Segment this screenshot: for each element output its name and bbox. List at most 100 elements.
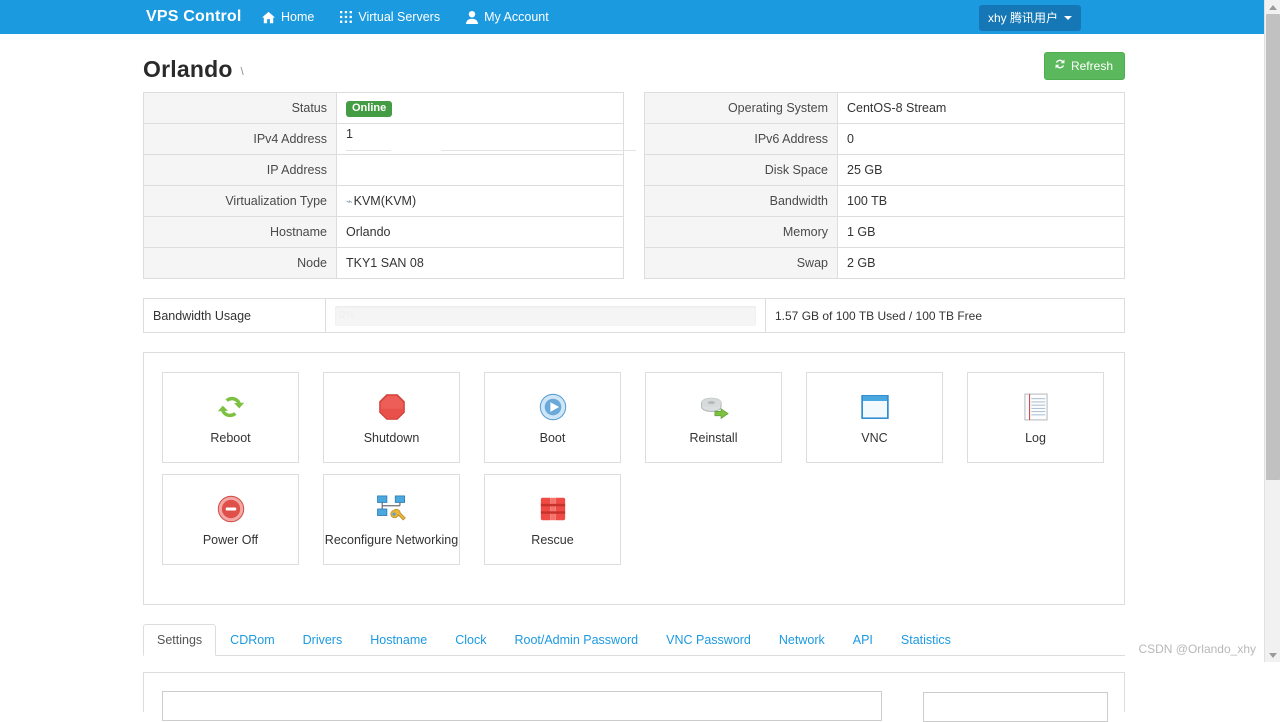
server-info-table-left: Status Online IPv4 Address 1 — [143, 92, 624, 279]
action-shutdown[interactable]: Shutdown — [323, 372, 460, 463]
chevron-down-icon — [1064, 16, 1072, 20]
tab-api[interactable]: API — [839, 624, 887, 656]
triangle-down-icon — [1269, 653, 1277, 658]
action-reinstall-label: Reinstall — [690, 432, 738, 445]
watermark: CSDN @Orlando_xhy — [1138, 642, 1256, 656]
ipv4-value: 1 — [346, 127, 353, 141]
row-label: Virtualization Type — [144, 186, 337, 217]
server-info-tables: Status Online IPv4 Address 1 — [143, 92, 1125, 279]
nav-link-home[interactable]: Home — [262, 10, 314, 24]
row-label: IPv6 Address — [645, 124, 838, 155]
virtualization-value: KVM(KVM) — [354, 194, 417, 208]
tab-statistics[interactable]: Statistics — [887, 624, 965, 656]
action-log-label: Log — [1025, 432, 1046, 445]
status-badge: Online — [346, 101, 392, 117]
tab-network[interactable]: Network — [765, 624, 839, 656]
nav-link-my-account[interactable]: My Account — [466, 10, 549, 24]
row-label: Operating System — [645, 93, 838, 124]
home-icon — [262, 11, 275, 24]
bandwidth-progress-cell: 0% — [326, 299, 766, 332]
nav-link-virtual-servers-label: Virtual Servers — [358, 10, 440, 24]
row-label: Node — [144, 248, 337, 279]
tab-drivers[interactable]: Drivers — [289, 624, 357, 656]
settings-field-secondary — [923, 692, 1108, 722]
action-vnc-label: VNC — [861, 432, 887, 445]
row-value — [337, 155, 624, 186]
action-reconfigure-networking[interactable]: Reconfigure Networking — [323, 474, 460, 565]
tab-vnc-password[interactable]: VNC Password — [652, 624, 765, 656]
action-power-off[interactable]: Power Off — [162, 474, 299, 565]
action-row-1: Reboot Shutdown — [162, 372, 1106, 463]
triangle-up-icon — [1269, 5, 1277, 10]
spacer — [967, 474, 1104, 565]
table-row: Swap 2 GB — [645, 248, 1125, 279]
page-scrollbar[interactable] — [1264, 0, 1280, 662]
page-title-mark: \ — [241, 66, 244, 78]
row-value: 1 GB — [838, 217, 1125, 248]
row-label: IPv4 Address — [144, 124, 337, 155]
brand-logo[interactable]: VPS Control — [146, 8, 242, 26]
action-boot-label: Boot — [540, 432, 566, 445]
row-label: IP Address — [144, 155, 337, 186]
page-title-text: Orlando — [143, 56, 233, 82]
action-power-off-label: Power Off — [203, 534, 258, 547]
window-icon — [861, 391, 889, 423]
bandwidth-usage-label: Bandwidth Usage — [144, 299, 326, 332]
row-value: 0 — [838, 124, 1125, 155]
refresh-button[interactable]: Refresh — [1044, 52, 1125, 80]
nav-links: Home Virtual Servers My Account — [262, 10, 549, 24]
bandwidth-progress-bar: 0% — [335, 306, 756, 326]
divider — [441, 150, 636, 151]
row-label: Hostname — [144, 217, 337, 248]
user-menu-label: xhy 腾讯用户 — [988, 9, 1058, 26]
action-rescue[interactable]: Rescue — [484, 474, 621, 565]
divider — [346, 150, 391, 151]
refresh-button-label: Refresh — [1071, 59, 1113, 73]
server-info-table-right: Operating System CentOS-8 Stream IPv6 Ad… — [644, 92, 1125, 279]
row-label: Status — [144, 93, 337, 124]
action-shutdown-label: Shutdown — [364, 432, 420, 445]
action-vnc[interactable]: VNC — [806, 372, 943, 463]
row-value: 1 — [337, 124, 624, 155]
action-row-2: Power Off Reconfigure Networking — [162, 474, 1106, 565]
action-reconfigure-networking-label: Reconfigure Networking — [325, 534, 458, 547]
tab-clock[interactable]: Clock — [441, 624, 500, 656]
row-value: 2 GB — [838, 248, 1125, 279]
row-value: 100 TB — [838, 186, 1125, 217]
tab-root-admin-password[interactable]: Root/Admin Password — [500, 624, 652, 656]
stop-octagon-icon — [378, 391, 406, 423]
action-reinstall[interactable]: Reinstall — [645, 372, 782, 463]
scroll-up-button[interactable] — [1265, 0, 1280, 14]
bandwidth-progress-percent: 0% — [339, 309, 355, 321]
scroll-down-button[interactable] — [1265, 648, 1280, 662]
play-circle-icon — [539, 391, 567, 423]
tab-settings[interactable]: Settings — [143, 624, 216, 656]
server-actions-panel: Reboot Shutdown — [143, 352, 1125, 605]
disk-arrow-icon — [699, 391, 729, 423]
table-row: Bandwidth 100 TB — [645, 186, 1125, 217]
action-reboot[interactable]: Reboot — [162, 372, 299, 463]
row-value: 25 GB — [838, 155, 1125, 186]
action-boot[interactable]: Boot — [484, 372, 621, 463]
tab-cdrom[interactable]: CDRom — [216, 624, 288, 656]
action-reboot-label: Reboot — [210, 432, 250, 445]
row-value: Online — [337, 93, 624, 124]
row-value: Orlando — [337, 217, 624, 248]
settings-tabs: Settings CDRom Drivers Hostname Clock Ro… — [143, 624, 1125, 656]
table-row: Virtualization Type ⌁KVM(KVM) — [144, 186, 624, 217]
kvm-glyph-icon: ⌁ — [346, 196, 353, 208]
table-row: Disk Space 25 GB — [645, 155, 1125, 186]
grid-icon — [340, 11, 352, 23]
nav-link-my-account-label: My Account — [484, 10, 549, 24]
network-wrench-icon — [377, 493, 407, 525]
user-menu-button[interactable]: xhy 腾讯用户 — [979, 5, 1081, 31]
action-rescue-label: Rescue — [531, 534, 573, 547]
table-row: Status Online — [144, 93, 624, 124]
life-vest-icon — [539, 493, 567, 525]
action-log[interactable]: Log — [967, 372, 1104, 463]
page-title: Orlando \ — [143, 56, 244, 83]
nav-link-virtual-servers[interactable]: Virtual Servers — [340, 10, 440, 24]
tab-hostname[interactable]: Hostname — [356, 624, 441, 656]
scrollbar-thumb[interactable] — [1266, 14, 1280, 480]
notepad-icon — [1024, 391, 1048, 423]
